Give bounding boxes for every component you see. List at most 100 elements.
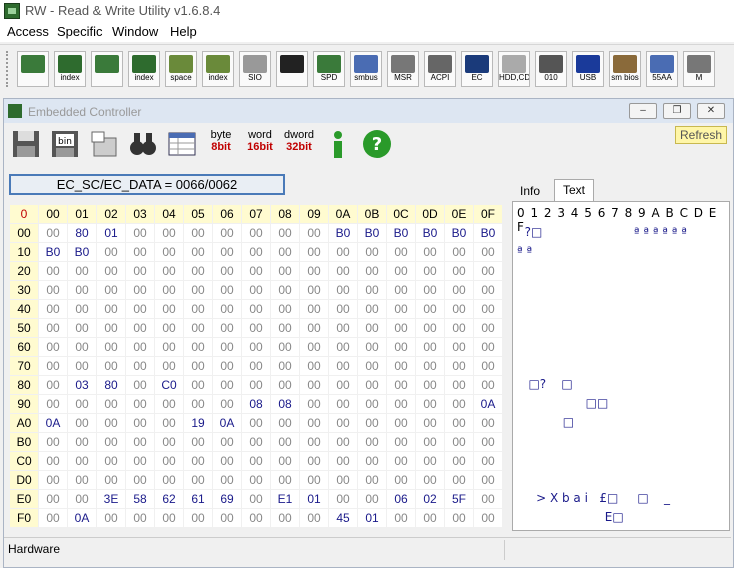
hex-cell[interactable]: 00 [96, 394, 126, 414]
hex-cell[interactable]: 00 [183, 261, 213, 281]
hex-cell[interactable]: 00 [386, 337, 416, 357]
help-icon[interactable]: ? [361, 128, 393, 160]
hex-cell[interactable]: 00 [241, 242, 271, 262]
hex-cell[interactable]: 00 [183, 299, 213, 319]
hex-cell[interactable]: 00 [328, 337, 358, 357]
hex-cell[interactable]: 00 [38, 280, 68, 300]
hex-cell[interactable]: 00 [473, 318, 503, 338]
hex-cell[interactable]: B0 [415, 223, 445, 243]
hex-cell[interactable]: 00 [270, 280, 300, 300]
hex-cell[interactable]: 00 [328, 451, 358, 471]
hex-cell[interactable]: 00 [96, 261, 126, 281]
hex-cell[interactable]: 00 [328, 375, 358, 395]
hex-cell[interactable]: 00 [473, 337, 503, 357]
hex-cell[interactable]: 00 [38, 375, 68, 395]
hex-cell[interactable]: 00 [125, 470, 155, 490]
hex-cell[interactable]: 00 [444, 242, 474, 262]
hex-cell[interactable]: 00 [125, 394, 155, 414]
tab-text[interactable]: Text [554, 179, 595, 201]
hex-cell[interactable]: 62 [154, 489, 184, 509]
hex-cell[interactable]: 19 [183, 413, 213, 433]
hex-cell[interactable]: 00 [299, 451, 329, 471]
hex-cell[interactable]: 00 [125, 337, 155, 357]
hex-cell[interactable]: 80 [96, 375, 126, 395]
hex-cell[interactable]: 00 [357, 489, 387, 509]
hex-cell[interactable]: 00 [357, 318, 387, 338]
spd-icon[interactable]: SPD [313, 51, 345, 87]
hex-cell[interactable]: 00 [415, 508, 445, 528]
hex-cell[interactable]: B0 [328, 223, 358, 243]
msr-icon[interactable]: MSR [387, 51, 419, 87]
hex-cell[interactable]: 00 [328, 432, 358, 452]
hex-cell[interactable]: 00 [357, 451, 387, 471]
hex-cell[interactable]: 00 [212, 375, 242, 395]
hex-cell[interactable]: 00 [357, 337, 387, 357]
hex-cell[interactable]: 00 [357, 280, 387, 300]
hex-cell[interactable]: 00 [473, 356, 503, 376]
hex-cell[interactable]: 00 [154, 470, 184, 490]
hex-cell[interactable]: 00 [357, 470, 387, 490]
dword-32bit-button[interactable]: dword 32bit [283, 129, 315, 159]
hex-cell[interactable]: 00 [38, 470, 68, 490]
hex-cell[interactable]: 00 [38, 318, 68, 338]
hex-cell[interactable]: 00 [96, 299, 126, 319]
hex-cell[interactable]: 00 [67, 470, 97, 490]
byte-8bit-button[interactable]: byte 8bit [205, 129, 237, 159]
memory-icon[interactable] [91, 51, 123, 87]
hex-cell[interactable]: 00 [183, 508, 213, 528]
hex-cell[interactable]: 00 [67, 337, 97, 357]
hex-cell[interactable]: 00 [125, 299, 155, 319]
hex-cell[interactable]: C0 [154, 375, 184, 395]
hex-cell[interactable]: 00 [328, 356, 358, 376]
word-16bit-button[interactable]: word 16bit [244, 129, 276, 159]
hex-cell[interactable]: 00 [212, 318, 242, 338]
hex-cell[interactable]: 00 [154, 318, 184, 338]
hex-cell[interactable]: 00 [241, 432, 271, 452]
hex-cell[interactable]: 00 [183, 451, 213, 471]
hex-cell[interactable]: 00 [67, 432, 97, 452]
hex-cell[interactable]: 00 [444, 280, 474, 300]
hex-cell[interactable]: 58 [125, 489, 155, 509]
hex-cell[interactable]: 00 [212, 261, 242, 281]
hex-cell[interactable]: 00 [473, 280, 503, 300]
hex-cell[interactable]: 00 [270, 261, 300, 281]
hex-cell[interactable]: 01 [299, 489, 329, 509]
hex-cell[interactable]: 00 [473, 432, 503, 452]
hex-cell[interactable]: 00 [154, 451, 184, 471]
hex-cell[interactable]: 00 [473, 470, 503, 490]
hex-cell[interactable]: 00 [38, 394, 68, 414]
hex-cell[interactable]: 00 [444, 470, 474, 490]
io-index-icon[interactable]: index [202, 51, 234, 87]
hex-cell[interactable]: 00 [473, 508, 503, 528]
hex-cell[interactable]: 00 [212, 280, 242, 300]
pci-icon[interactable] [17, 51, 49, 87]
sio-icon[interactable]: SIO [239, 51, 271, 87]
hex-cell[interactable]: 00 [415, 470, 445, 490]
hex-cell[interactable]: 00 [270, 451, 300, 471]
hex-cell[interactable]: 00 [386, 261, 416, 281]
hex-cell[interactable]: 00 [154, 413, 184, 433]
hex-cell[interactable]: 00 [96, 337, 126, 357]
memory-index-icon[interactable]: index [128, 51, 160, 87]
hex-cell[interactable]: 00 [125, 375, 155, 395]
hex-cell[interactable]: 00 [270, 470, 300, 490]
hex-cell[interactable]: 00 [154, 337, 184, 357]
hex-cell[interactable]: 06 [386, 489, 416, 509]
toolbar-grip[interactable] [6, 51, 12, 87]
hex-cell[interactable]: 00 [212, 242, 242, 262]
hex-cell[interactable]: 5F [444, 489, 474, 509]
hex-cell[interactable]: 00 [154, 394, 184, 414]
hex-cell[interactable]: 00 [96, 356, 126, 376]
smbus-icon[interactable]: smbus [350, 51, 382, 87]
hex-cell[interactable]: 00 [328, 489, 358, 509]
hex-cell[interactable]: 00 [270, 508, 300, 528]
hex-cell[interactable]: 00 [328, 394, 358, 414]
hex-cell[interactable]: 01 [96, 223, 126, 243]
hex-cell[interactable]: 00 [299, 299, 329, 319]
hex-cell[interactable]: 00 [328, 470, 358, 490]
hex-cell[interactable]: 00 [212, 432, 242, 452]
hex-cell[interactable]: 00 [357, 375, 387, 395]
hex-cell[interactable]: 00 [328, 242, 358, 262]
hex-cell[interactable]: 00 [444, 413, 474, 433]
restore-button[interactable]: ❐ [663, 103, 691, 119]
